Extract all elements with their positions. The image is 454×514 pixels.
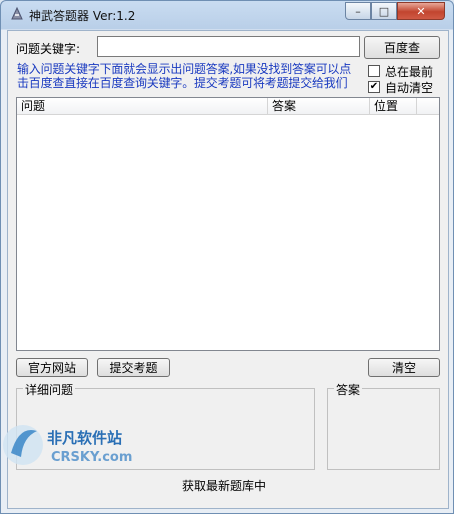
results-list[interactable]: 问题 答案 位置 <box>16 97 440 351</box>
window-title: 神武答题器 Ver:1.2 <box>29 9 136 23</box>
close-icon: ✕ <box>416 4 426 18</box>
app-icon <box>11 6 23 20</box>
maximize-icon: □ <box>378 4 390 18</box>
baidu-search-button[interactable]: 百度查 <box>364 36 440 59</box>
column-header-position[interactable]: 位置 <box>370 98 417 115</box>
watermark-site: CRSKY.com <box>51 450 132 465</box>
clear-button[interactable]: 清空 <box>368 358 440 377</box>
watermark-brand: 非凡软件站 <box>47 429 122 447</box>
auto-clear-label: 自动清空 <box>385 81 434 95</box>
answer-group: 答案 <box>327 381 440 470</box>
minimize-icon: – <box>355 4 361 18</box>
usage-hint: 输入问题关键字下面就会显示出问题答案,如果没找到答案可以点击百度查直接在百度查询… <box>17 62 352 90</box>
column-header-filler <box>417 98 439 115</box>
always-on-top-label: 总在最前 <box>385 65 434 79</box>
always-on-top-checkbox[interactable] <box>368 65 380 77</box>
title-bar[interactable]: 神武答题器 Ver:1.2 – □ ✕ <box>1 1 453 29</box>
status-text: 获取最新题库中 <box>182 479 267 493</box>
checkmark-icon: ✔ <box>369 81 379 92</box>
app-window: 神武答题器 Ver:1.2 – □ ✕ 问题关键字: 百度查 输入问题关键字下面… <box>0 0 454 514</box>
detail-question-label: 详细问题 <box>23 381 76 398</box>
column-header-question[interactable]: 问题 <box>17 98 268 115</box>
auto-clear-checkbox[interactable]: ✔ <box>368 81 380 93</box>
watermark-logo: 非凡软件站 CRSKY.com <box>3 425 132 465</box>
close-button[interactable]: ✕ <box>397 2 445 20</box>
submit-question-button[interactable]: 提交考题 <box>97 358 170 377</box>
maximize-button[interactable]: □ <box>371 2 397 20</box>
column-header-answer[interactable]: 答案 <box>268 98 370 115</box>
keyword-label: 问题关键字: <box>16 42 81 56</box>
keyword-input[interactable] <box>97 36 360 57</box>
minimize-button[interactable]: – <box>345 2 371 20</box>
answer-group-label: 答案 <box>334 381 363 398</box>
official-site-button[interactable]: 官方网站 <box>16 358 88 377</box>
